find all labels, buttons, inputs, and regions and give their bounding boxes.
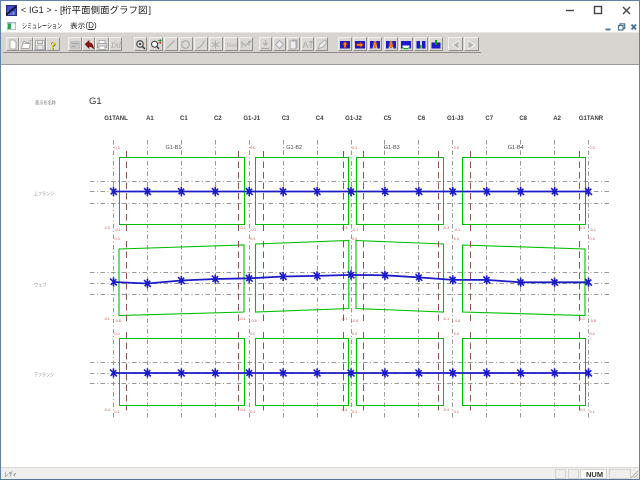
svg-text:0.1: 0.1 xyxy=(454,410,459,414)
svg-text:G1-B4: G1-B4 xyxy=(508,145,524,151)
svg-text:A2: A2 xyxy=(553,116,561,122)
svg-text:G1-B1: G1-B1 xyxy=(166,145,182,151)
svg-text:0.3: 0.3 xyxy=(454,237,459,241)
svg-text:-0.3: -0.3 xyxy=(443,226,449,230)
svg-text:-0.8: -0.8 xyxy=(590,319,596,323)
svg-text:G1-B3: G1-B3 xyxy=(384,145,400,151)
svg-text:C8: C8 xyxy=(519,116,527,122)
svg-text:-0.1: -0.1 xyxy=(239,317,245,321)
svg-text:Text: Text xyxy=(226,42,238,49)
svg-text:-0.8: -0.8 xyxy=(454,319,460,323)
svg-text:-0.1: -0.1 xyxy=(590,228,596,232)
svg-text:0.0: 0.0 xyxy=(250,146,255,150)
svg-text:A: A xyxy=(302,40,308,50)
svg-text:0.1: 0.1 xyxy=(115,410,120,414)
svg-text:G1: G1 xyxy=(89,96,102,107)
svg-text:C4: C4 xyxy=(316,116,324,122)
svg-text:-0.4: -0.4 xyxy=(239,408,245,412)
svg-text:-0.1: -0.1 xyxy=(341,317,347,321)
svg-text:-0.1: -0.1 xyxy=(579,317,585,321)
svg-text:G1-J2: G1-J2 xyxy=(345,116,362,122)
svg-text:0.3: 0.3 xyxy=(352,237,357,241)
svg-text:-0.1: -0.1 xyxy=(104,317,110,321)
svg-text:C7: C7 xyxy=(485,116,493,122)
svg-text:G1TANR: G1TANR xyxy=(579,116,604,122)
svg-text:0.1: 0.1 xyxy=(352,146,357,150)
svg-text:0.1: 0.1 xyxy=(590,410,595,414)
svg-text:0.1: 0.1 xyxy=(250,410,255,414)
svg-text:C3: C3 xyxy=(282,116,290,122)
svg-text:-0.1: -0.1 xyxy=(454,228,460,232)
svg-text:-0.8: -0.8 xyxy=(352,319,358,323)
svg-text:0.0: 0.0 xyxy=(590,332,595,336)
svg-text:0.3: 0.3 xyxy=(590,237,595,241)
svg-text:-0.8: -0.8 xyxy=(115,319,121,323)
svg-text:0.0: 0.0 xyxy=(454,146,459,150)
svg-text:-0.3: -0.3 xyxy=(341,226,347,230)
svg-text:-0.3: -0.3 xyxy=(579,226,585,230)
svg-text:-0.1: -0.1 xyxy=(250,228,256,232)
svg-text:-0.4: -0.4 xyxy=(104,408,110,412)
svg-text:-0.8: -0.8 xyxy=(250,319,256,323)
svg-text:-0.1: -0.1 xyxy=(352,228,358,232)
svg-text:0.1: 0.1 xyxy=(352,410,357,414)
svg-text:-0.4: -0.4 xyxy=(443,408,449,412)
svg-text:G1-J1: G1-J1 xyxy=(243,116,260,122)
svg-text:C5: C5 xyxy=(384,116,392,122)
svg-text:-0.1: -0.1 xyxy=(443,317,449,321)
svg-text:0.0: 0.0 xyxy=(454,332,459,336)
svg-text:0.0: 0.0 xyxy=(115,332,120,336)
svg-text:C1: C1 xyxy=(180,116,188,122)
svg-text:C2: C2 xyxy=(214,116,222,122)
svg-text:0.3: 0.3 xyxy=(590,146,595,150)
svg-text:-0.1: -0.1 xyxy=(115,228,121,232)
svg-text:C6: C6 xyxy=(418,116,426,122)
svg-text:0.3: 0.3 xyxy=(250,237,255,241)
svg-text:G1TANL: G1TANL xyxy=(104,116,128,122)
svg-text:G1-B2: G1-B2 xyxy=(286,145,302,151)
svg-text:Dd: Dd xyxy=(110,41,122,50)
svg-text:0.3: 0.3 xyxy=(115,146,120,150)
svg-text:-0.4: -0.4 xyxy=(579,408,585,412)
svg-text:A1: A1 xyxy=(146,116,154,122)
svg-text:G1-J3: G1-J3 xyxy=(447,116,464,122)
svg-text:-0.3: -0.3 xyxy=(104,226,110,230)
svg-text:0.0: 0.0 xyxy=(352,332,357,336)
svg-text:0.3: 0.3 xyxy=(115,237,120,241)
svg-text:0.0: 0.0 xyxy=(250,332,255,336)
svg-text:?: ? xyxy=(50,40,56,51)
svg-text:-0.4: -0.4 xyxy=(341,408,347,412)
svg-text:-0.3: -0.3 xyxy=(239,226,245,230)
